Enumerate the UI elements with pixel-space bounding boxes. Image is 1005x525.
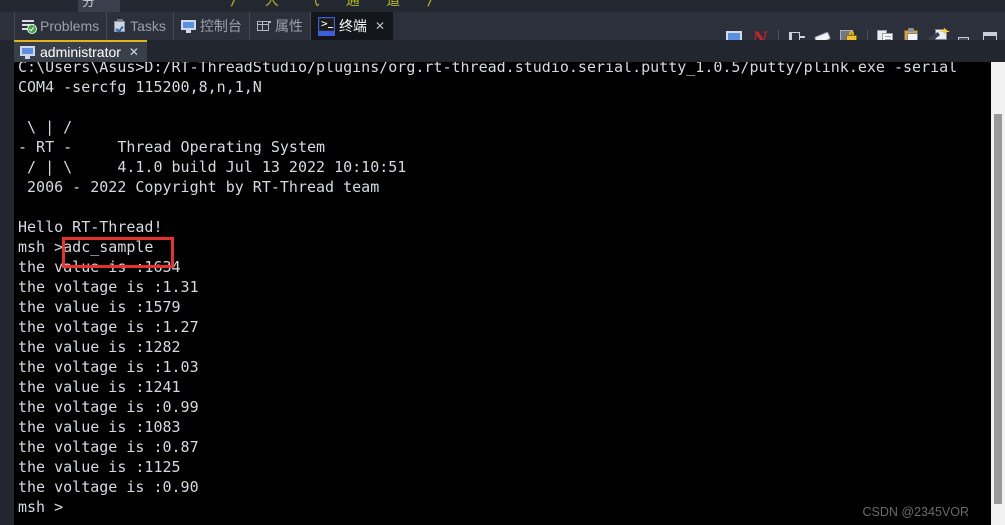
terminal-line: the voltage is :0.90 [18, 478, 199, 496]
terminal-line: 2006 - 2022 Copyright by RT-Thread team [18, 178, 380, 196]
tab-problems[interactable]: Problems [14, 12, 108, 40]
terminal-session-tab-label: administrator [40, 44, 121, 60]
problems-icon [22, 19, 37, 34]
terminal-left-gutter [0, 62, 14, 525]
editor-code-fragment: / 大 气 通 道 / [230, 0, 445, 9]
tab-problems-label: Problems [40, 18, 100, 34]
terminal-icon [317, 16, 335, 36]
terminal-line: msh > [18, 498, 64, 516]
tab-terminal-label: 终端 [338, 19, 367, 35]
terminal-session-tab-bar: administrator ✕ [0, 40, 1005, 62]
terminal-line: / | \ 4.1.0 build Jul 13 2022 10:10:51 [18, 158, 407, 176]
terminal-line: the voltage is :1.03 [18, 358, 199, 376]
terminal-line: C:\Users\Asus>D:/RT-ThreadStudio/plugins… [18, 62, 958, 76]
terminal-panel: C:\Users\Asus>D:/RT-ThreadStudio/plugins… [0, 62, 1005, 525]
terminal-output[interactable]: C:\Users\Asus>D:/RT-ThreadStudio/plugins… [14, 62, 991, 525]
view-tab-list: Problems Tasks 控制台 属性 终端 ✕ [14, 12, 393, 40]
terminal-line: the value is :1083 [18, 418, 181, 436]
terminal-scrollbar[interactable] [991, 62, 1005, 525]
terminal-line: \ | / [18, 118, 73, 136]
terminal-line: the voltage is :0.87 [18, 438, 199, 456]
terminal-line: the value is :1241 [18, 378, 181, 396]
tab-terminal-close-icon[interactable]: ✕ [375, 19, 385, 33]
terminal-line: the value is :1579 [18, 298, 181, 316]
terminal-scrollbar-thumb[interactable] [994, 114, 1002, 504]
tab-tasks[interactable]: Tasks [107, 12, 174, 40]
terminal-line: COM4 -sercfg 115200,8,n,1,N [18, 78, 262, 96]
terminal-line: the value is :1282 [18, 338, 181, 356]
tab-terminal[interactable]: 终端 ✕ [310, 12, 393, 40]
tasks-icon [114, 19, 126, 33]
terminal-line: the voltage is :1.27 [18, 318, 199, 336]
command-highlight-box [62, 237, 174, 268]
watermark: CSDN @2345VOR [862, 505, 969, 519]
terminal-line: the value is :1125 [18, 458, 181, 476]
terminal-line: Hello RT-Thread! [18, 218, 163, 236]
terminal-line: the voltage is :1.31 [18, 278, 199, 296]
editor-sliver: 分 / 大 气 通 道 / [0, 0, 1005, 12]
tab-console-label: 控制台 [199, 19, 242, 35]
tab-properties-label: 属性 [274, 19, 303, 35]
session-monitor-icon [20, 45, 35, 59]
terminal-session-tab-administrator[interactable]: administrator ✕ [14, 40, 147, 62]
editor-tab-label: 分 [82, 0, 96, 10]
terminal-line: the voltage is :0.99 [18, 398, 199, 416]
tab-tasks-label: Tasks [130, 18, 166, 34]
tab-console[interactable]: 控制台 [174, 12, 250, 40]
terminal-line: - RT - Thread Operating System [18, 138, 326, 156]
terminal-session-close-icon[interactable]: ✕ [129, 45, 139, 59]
console-monitor-icon [180, 19, 196, 33]
tab-properties[interactable]: 属性 [250, 12, 311, 40]
properties-grid-icon [256, 20, 271, 32]
view-tab-bar: Problems Tasks 控制台 属性 终端 ✕ N ✦ [0, 12, 1005, 47]
